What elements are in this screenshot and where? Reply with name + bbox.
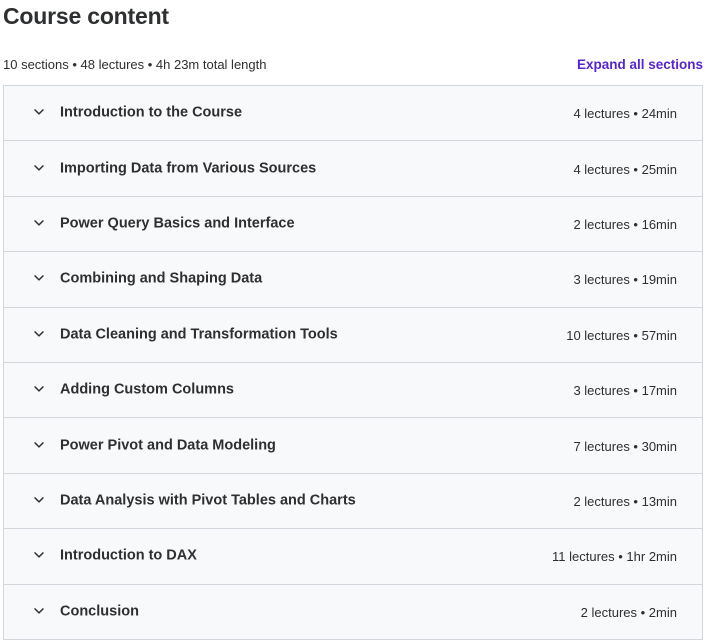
section-title: Power Query Basics and Interface — [60, 215, 295, 232]
section-item[interactable]: Data Cleaning and Transformation Tools 1… — [4, 307, 702, 363]
section-meta: 3 lectures • 19min — [573, 272, 677, 288]
section-list: Introduction to the Course 4 lectures • … — [3, 85, 703, 640]
course-summary: 10 sections • 48 lectures • 4h 23m total… — [3, 57, 267, 72]
section-title: Importing Data from Various Sources — [60, 159, 317, 176]
section-title: Introduction to DAX — [60, 547, 197, 564]
section-meta: 11 lectures • 1hr 2min — [552, 549, 677, 565]
section-title: Introduction to the Course — [60, 104, 243, 121]
section-item[interactable]: Introduction to the Course 4 lectures • … — [4, 86, 702, 142]
section-meta: 4 lectures • 24min — [573, 106, 677, 122]
section-meta: 2 lectures • 13min — [573, 494, 677, 510]
section-item[interactable]: Power Pivot and Data Modeling 7 lectures… — [4, 418, 702, 474]
section-title: Adding Custom Columns — [60, 381, 234, 398]
chevron-down-icon — [32, 327, 46, 341]
chevron-down-icon — [32, 105, 46, 119]
expand-all-sections-button[interactable]: Expand all sections — [577, 57, 703, 72]
section-item[interactable]: Adding Custom Columns 3 lectures • 17min — [4, 362, 702, 419]
section-title: Power Pivot and Data Modeling — [60, 436, 276, 453]
section-meta: 2 lectures • 2min — [580, 604, 677, 620]
section-item[interactable]: Power Query Basics and Interface 2 lectu… — [4, 196, 702, 253]
page-title: Course content — [3, 3, 169, 29]
chevron-down-icon — [32, 271, 46, 285]
section-item[interactable]: Conclusion 2 lectures • 2min — [4, 584, 702, 640]
chevron-down-icon — [32, 604, 46, 618]
chevron-down-icon — [32, 216, 46, 230]
chevron-down-icon — [32, 493, 46, 507]
section-meta: 10 lectures • 57min — [566, 327, 677, 343]
section-title: Data Analysis with Pivot Tables and Char… — [60, 492, 356, 509]
summary-row: 10 sections • 48 lectures • 4h 23m total… — [3, 57, 703, 75]
section-title: Data Cleaning and Transformation Tools — [60, 326, 338, 343]
course-content-panel: Course content 10 sections • 48 lectures… — [0, 0, 707, 643]
section-item[interactable]: Combining and Shaping Data 3 lectures • … — [4, 252, 702, 308]
section-item[interactable]: Data Analysis with Pivot Tables and Char… — [4, 473, 702, 530]
section-meta: 2 lectures • 16min — [573, 217, 677, 233]
section-meta: 3 lectures • 17min — [573, 383, 677, 399]
chevron-down-icon — [32, 437, 46, 451]
section-title: Conclusion — [60, 603, 139, 620]
section-meta: 4 lectures • 25min — [573, 161, 677, 177]
chevron-down-icon — [32, 548, 46, 562]
section-meta: 7 lectures • 30min — [573, 438, 677, 454]
chevron-down-icon — [32, 382, 46, 396]
section-item[interactable]: Introduction to DAX 11 lectures • 1hr 2m… — [4, 529, 702, 585]
section-title: Combining and Shaping Data — [60, 270, 263, 287]
chevron-down-icon — [32, 160, 46, 174]
section-item[interactable]: Importing Data from Various Sources 4 le… — [4, 141, 702, 197]
